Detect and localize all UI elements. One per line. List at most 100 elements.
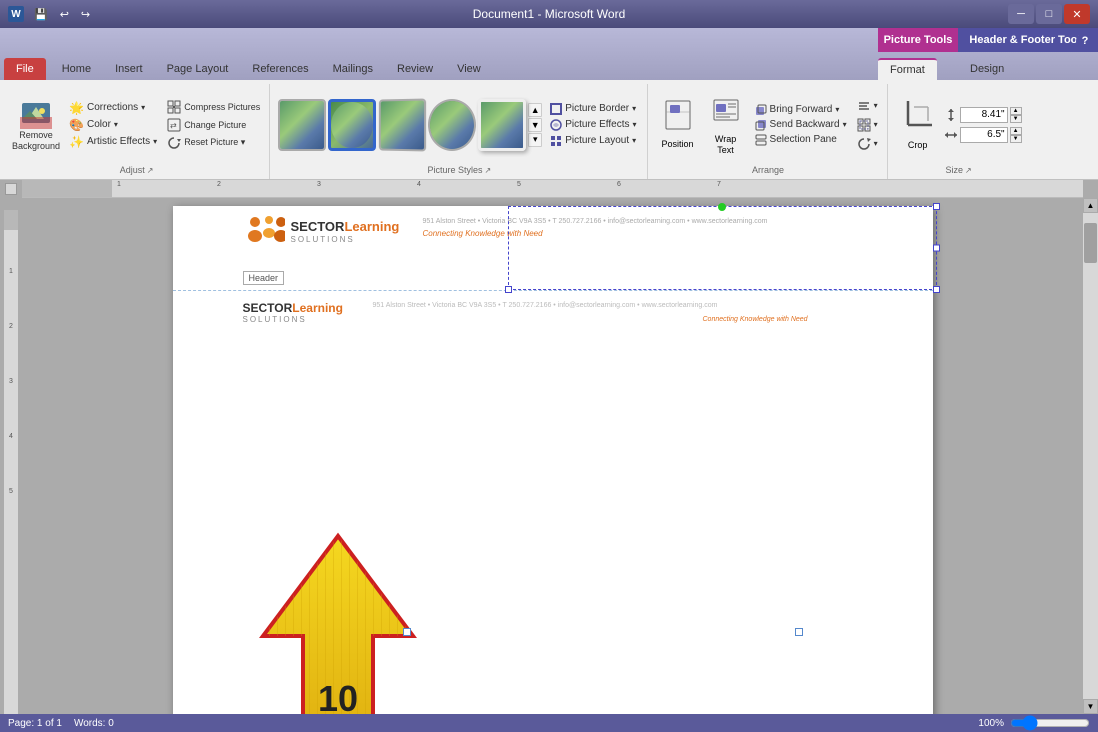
change-picture-button[interactable]: ⇄ Change Picture: [164, 117, 263, 133]
width-spin-up[interactable]: ▲: [1010, 127, 1022, 135]
v-ruler-4: 4: [9, 433, 13, 440]
height-spin-down[interactable]: ▼: [1010, 115, 1022, 123]
wrap-text-button[interactable]: WrapText: [704, 90, 748, 160]
document-viewport[interactable]: Header SECTORLearni: [22, 198, 1083, 714]
header-logo: SECTORLearning SOLUTIONS: [243, 214, 400, 250]
crop-icon: [904, 99, 932, 138]
picture-layout-button[interactable]: Picture Layout ▾: [546, 134, 640, 148]
arrow-shape[interactable]: 10: [253, 526, 423, 714]
pic-scroll-down[interactable]: ▼: [528, 118, 542, 132]
rotate-icon: [857, 137, 871, 151]
picture-tools-label: Picture Tools: [878, 28, 958, 52]
scroll-down-button[interactable]: ▼: [1083, 699, 1098, 714]
handle-bot-left: [505, 286, 512, 293]
pic-style-1[interactable]: [278, 99, 326, 151]
maximize-button[interactable]: □: [1036, 4, 1062, 24]
position-button[interactable]: Position: [656, 95, 700, 154]
tab-mailings[interactable]: Mailings: [321, 58, 385, 80]
reset-picture-button[interactable]: Reset Picture ▾: [164, 135, 263, 151]
size-inputs: ▲ ▼ ▲ ▼: [944, 107, 1022, 143]
ruler-mark-4: 4: [417, 181, 421, 188]
selection-pane-button[interactable]: Selection Pane: [752, 133, 850, 147]
ribbon: RemoveBackground 🌟 Corrections ▾ 🎨 Color…: [0, 80, 1098, 180]
scroll-up-button[interactable]: ▲: [1083, 198, 1098, 213]
rotate-button[interactable]: ▾: [854, 136, 881, 152]
tab-design[interactable]: Design: [958, 58, 1016, 80]
tab-references[interactable]: References: [240, 58, 320, 80]
compress-label: Compress Pictures: [184, 102, 260, 112]
tab-review[interactable]: Review: [385, 58, 445, 80]
ruler-mark-6: 6: [617, 181, 621, 188]
body-logo: SECTORLearning SOLUTIONS: [243, 301, 343, 325]
picture-border-arrow: ▾: [632, 104, 636, 113]
vertical-ruler: 1 2 3 4 5: [0, 198, 22, 714]
tab-insert[interactable]: Insert: [103, 58, 155, 80]
tab-file[interactable]: File: [4, 58, 46, 80]
width-spin-down[interactable]: ▼: [1010, 135, 1022, 143]
color-arrow: ▾: [114, 120, 118, 129]
zoom-level: 100%: [978, 718, 1004, 729]
minimize-button[interactable]: ─: [1008, 4, 1034, 24]
save-qa-button[interactable]: 💾: [30, 6, 52, 23]
height-spin-up[interactable]: ▲: [1010, 107, 1022, 115]
picture-layout-label: Picture Layout: [565, 135, 629, 146]
pic-style-4[interactable]: [428, 99, 476, 151]
header-tagline: Connecting Knowledge with Need: [423, 229, 913, 238]
help-button[interactable]: ?: [1076, 32, 1094, 50]
remove-background-label: RemoveBackground: [12, 130, 60, 152]
position-label: Position: [662, 139, 694, 150]
body-contact: 951 Alston Street • Victoria BC V9A 3S5 …: [373, 302, 913, 309]
status-bar: Page: 1 of 1 Words: 0 100%: [0, 714, 1098, 732]
artistic-effects-button[interactable]: ✨ Artistic Effects ▾: [66, 134, 160, 150]
group-button[interactable]: ▾: [854, 117, 881, 133]
svg-text:⇄: ⇄: [170, 121, 177, 130]
tab-format[interactable]: Format: [878, 58, 937, 80]
redo-qa-button[interactable]: ↪: [77, 6, 94, 23]
corrections-button[interactable]: 🌟 Corrections ▾: [66, 100, 160, 116]
undo-qa-button[interactable]: ↩: [56, 6, 73, 23]
crop-button[interactable]: Crop: [896, 95, 940, 154]
send-backward-button[interactable]: Send Backward ▾: [752, 118, 850, 132]
vertical-scrollbar[interactable]: ▲ ▼: [1083, 198, 1098, 714]
height-input[interactable]: [960, 107, 1008, 123]
picture-layout-arrow: ▾: [632, 136, 636, 145]
picture-styles-content: ▲ ▼ ▾ Picture Border ▾ Picture Effects ▾: [278, 86, 640, 163]
width-input[interactable]: [960, 127, 1008, 143]
picture-styles-expand[interactable]: ↗: [485, 166, 492, 175]
close-button[interactable]: ✕: [1064, 4, 1090, 24]
title-bar-left: W 💾 ↩ ↪: [8, 6, 94, 23]
align-button[interactable]: ▾: [854, 98, 881, 114]
arrange-group-content: Position WrapText: [656, 86, 881, 163]
picture-border-button[interactable]: Picture Border ▾: [546, 102, 640, 116]
size-group-expand[interactable]: ↗: [965, 166, 972, 175]
ribbon-group-arrange: Position WrapText: [650, 84, 888, 179]
zoom-slider[interactable]: [1010, 718, 1090, 728]
remove-background-button[interactable]: RemoveBackground: [10, 95, 62, 154]
pic-scroll-more[interactable]: ▾: [528, 133, 542, 147]
pic-style-2[interactable]: [328, 99, 376, 151]
bring-forward-arrow: ▾: [835, 105, 839, 114]
tab-page-layout[interactable]: Page Layout: [155, 58, 241, 80]
pic-style-5[interactable]: [478, 99, 526, 151]
v-ruler-3: 3: [9, 378, 13, 385]
pic-style-3[interactable]: [379, 98, 426, 151]
send-backward-label: Send Backward: [770, 119, 840, 130]
picture-effects-button[interactable]: Picture Effects ▾: [546, 118, 640, 132]
header-contact: 951 Alston Street • Victoria BC V9A 3S5 …: [423, 218, 913, 238]
status-left: Page: 1 of 1 Words: 0: [8, 718, 114, 729]
scroll-thumb[interactable]: [1084, 223, 1097, 263]
status-right: 100%: [978, 718, 1090, 729]
align-icon: [857, 99, 871, 113]
handle-top-right: [933, 203, 940, 210]
adjust-group-expand[interactable]: ↗: [147, 166, 154, 175]
height-icon: [944, 108, 958, 122]
bring-forward-button[interactable]: Bring Forward ▾: [752, 103, 850, 117]
compress-pictures-button[interactable]: Compress Pictures: [164, 99, 263, 115]
picture-layout-icon: [550, 135, 562, 147]
pic-scroll-up[interactable]: ▲: [528, 103, 542, 117]
tab-home[interactable]: Home: [50, 58, 103, 80]
select-all-button[interactable]: [5, 183, 17, 195]
color-button[interactable]: 🎨 Color ▾: [66, 117, 160, 133]
tab-view[interactable]: View: [445, 58, 493, 80]
picture-border-icon: [550, 103, 562, 115]
